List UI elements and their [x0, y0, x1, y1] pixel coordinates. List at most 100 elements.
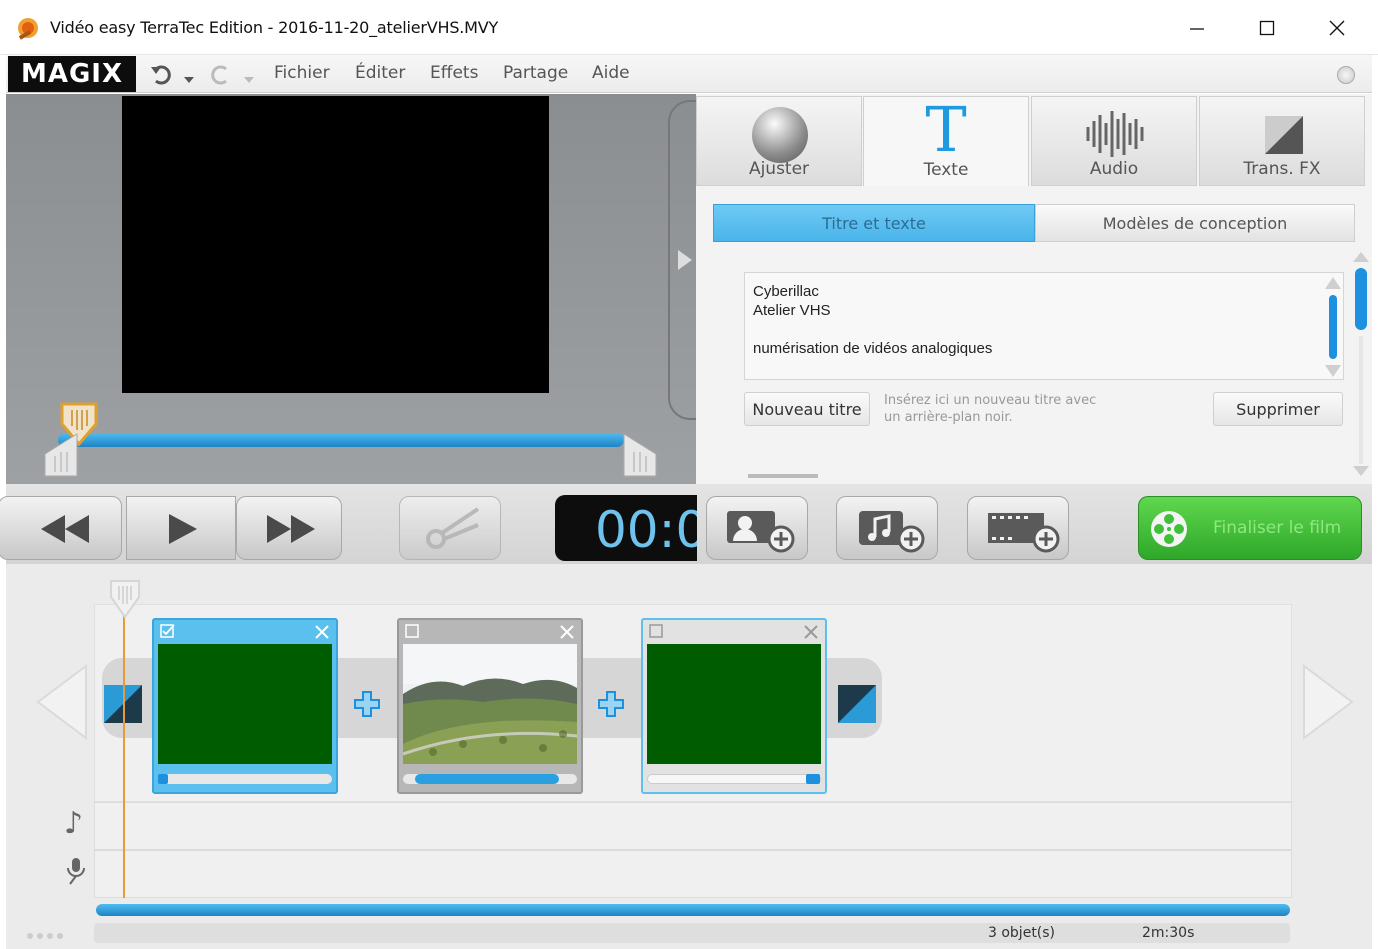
checkbox-icon[interactable]	[405, 624, 421, 638]
minimize-button[interactable]	[1174, 10, 1220, 46]
rewind-button[interactable]	[0, 496, 122, 560]
checkbox-checked-icon[interactable]	[160, 624, 176, 638]
redo-icon[interactable]	[208, 63, 258, 87]
menu-fichier[interactable]: Fichier	[274, 63, 330, 83]
subtab-modeles-de-conception[interactable]: Modèles de conception	[1035, 204, 1355, 242]
text-line: Atelier VHS	[753, 302, 831, 319]
tab-audio[interactable]: Audio	[1031, 96, 1197, 186]
menu-editer[interactable]: Éditer	[355, 63, 405, 83]
preview-pane	[6, 94, 698, 484]
playhead-marker-icon[interactable]	[108, 578, 142, 620]
fast-forward-icon	[267, 515, 315, 543]
finalize-movie-button[interactable]: Finaliser le film	[1138, 496, 1362, 560]
resize-grip[interactable]	[26, 928, 74, 939]
timeline-clip-2[interactable]	[397, 618, 583, 794]
close-button[interactable]	[1314, 10, 1360, 46]
cut-off-heading	[748, 472, 828, 484]
video-preview	[122, 96, 549, 393]
clip-progress-track	[158, 774, 332, 784]
clip-thumbnail-landscape	[403, 644, 577, 764]
finalize-label: Finaliser le film	[1213, 518, 1342, 538]
text-t-icon: T	[925, 93, 967, 166]
panel-scrollbar[interactable]	[1352, 252, 1370, 478]
tab-trans-fx[interactable]: Trans. FX	[1199, 96, 1365, 186]
storyboard-area: ♪	[6, 564, 1372, 949]
rewind-icon	[41, 515, 89, 543]
title-text-editor[interactable]: Cyberillac Atelier VHS numérisation de v…	[744, 272, 1344, 380]
voice-track	[94, 850, 1292, 898]
microphone-icon	[67, 858, 85, 885]
playhead-line	[123, 598, 125, 898]
play-icon	[169, 514, 197, 544]
waveform-icon	[1086, 111, 1144, 157]
add-video-icon	[988, 513, 1060, 553]
tab-label: Ajuster	[748, 159, 810, 179]
clip-progress-track	[403, 774, 577, 784]
delete-button[interactable]: Supprimer	[1213, 392, 1343, 426]
add-music-icon	[859, 511, 925, 553]
clip-thumbnail	[158, 644, 332, 764]
timecode: 00:0	[595, 501, 697, 559]
add-music-button[interactable]	[836, 496, 938, 560]
status-indicator-icon[interactable]	[1337, 66, 1355, 84]
sphere-icon	[752, 107, 808, 163]
magix-logo: MAGIX	[8, 56, 136, 92]
timeline-clip-3[interactable]	[641, 618, 827, 794]
tab-label: Texte	[923, 160, 969, 180]
trim-end-handle-icon[interactable]	[620, 432, 660, 478]
remove-clip-icon[interactable]	[803, 624, 819, 640]
film-reel-icon	[1151, 511, 1187, 547]
add-video-button[interactable]	[967, 496, 1069, 560]
minimize-icon	[1190, 28, 1204, 30]
window-title: Vidéo easy TerraTec Edition - 2016-11-20…	[50, 18, 499, 37]
title-bar: Vidéo easy TerraTec Edition - 2016-11-20…	[0, 0, 1378, 55]
add-transition-icon[interactable]	[354, 691, 380, 717]
status-bar: 3 objet(s) 2m:30s	[94, 923, 1290, 943]
scroll-right-icon[interactable]	[1302, 664, 1354, 740]
clip-thumbnail	[647, 644, 821, 764]
effects-panel: Ajuster T Texte Audio Trans. FX Titre et…	[696, 94, 1372, 484]
subtab-titre-et-texte[interactable]: Titre et texte	[713, 204, 1035, 242]
tab-label: Trans. FX	[1243, 159, 1321, 179]
menu-effets[interactable]: Effets	[430, 63, 478, 83]
clip-progress-track	[647, 774, 821, 784]
total-duration: 2m:30s	[1142, 925, 1195, 941]
music-note-icon: ♪	[64, 806, 84, 841]
end-transition-icon[interactable]	[838, 685, 876, 723]
undo-icon[interactable]	[150, 63, 200, 87]
add-photo-icon	[727, 511, 795, 553]
scroll-left-icon[interactable]	[36, 664, 88, 740]
maximize-icon	[1259, 20, 1275, 36]
new-title-hint: Insérez ici un nouveau titre avec un arr…	[884, 393, 1097, 425]
text-line: numérisation de vidéos analogiques	[753, 340, 993, 357]
close-icon	[1329, 20, 1345, 36]
trim-start-handle-icon[interactable]	[41, 432, 81, 478]
app-icon	[18, 18, 38, 40]
fast-forward-button[interactable]	[236, 496, 342, 560]
menu-aide[interactable]: Aide	[592, 63, 630, 83]
menu-partage[interactable]: Partage	[503, 63, 568, 83]
trim-range-bar[interactable]	[58, 433, 624, 447]
object-count: 3 objet(s)	[988, 925, 1056, 941]
add-photo-button[interactable]	[706, 496, 808, 560]
remove-clip-icon[interactable]	[314, 624, 330, 640]
music-track	[94, 802, 1292, 850]
split-button[interactable]	[399, 496, 501, 560]
add-transition-icon[interactable]	[598, 691, 624, 717]
editor-scrollbar[interactable]	[1325, 277, 1341, 377]
text-line: Cyberillac	[753, 283, 819, 300]
remove-clip-icon[interactable]	[559, 624, 575, 640]
timeline-clip-1[interactable]	[152, 618, 338, 794]
tab-label: Audio	[1089, 159, 1139, 179]
maximize-button[interactable]	[1244, 10, 1290, 46]
transport-bar: 00:0 Finaliser le film	[0, 484, 1372, 564]
new-title-button[interactable]: Nouveau titre	[744, 392, 870, 426]
tab-texte[interactable]: T Texte	[863, 96, 1029, 186]
timecode-display: 00:0	[555, 495, 697, 561]
checkbox-icon[interactable]	[649, 624, 665, 638]
play-button[interactable]	[126, 496, 236, 560]
tab-ajuster[interactable]: Ajuster	[696, 96, 862, 186]
scissors-icon	[426, 507, 480, 549]
expand-arrow-icon[interactable]	[678, 250, 692, 270]
timeline-scrollbar[interactable]	[96, 904, 1290, 916]
